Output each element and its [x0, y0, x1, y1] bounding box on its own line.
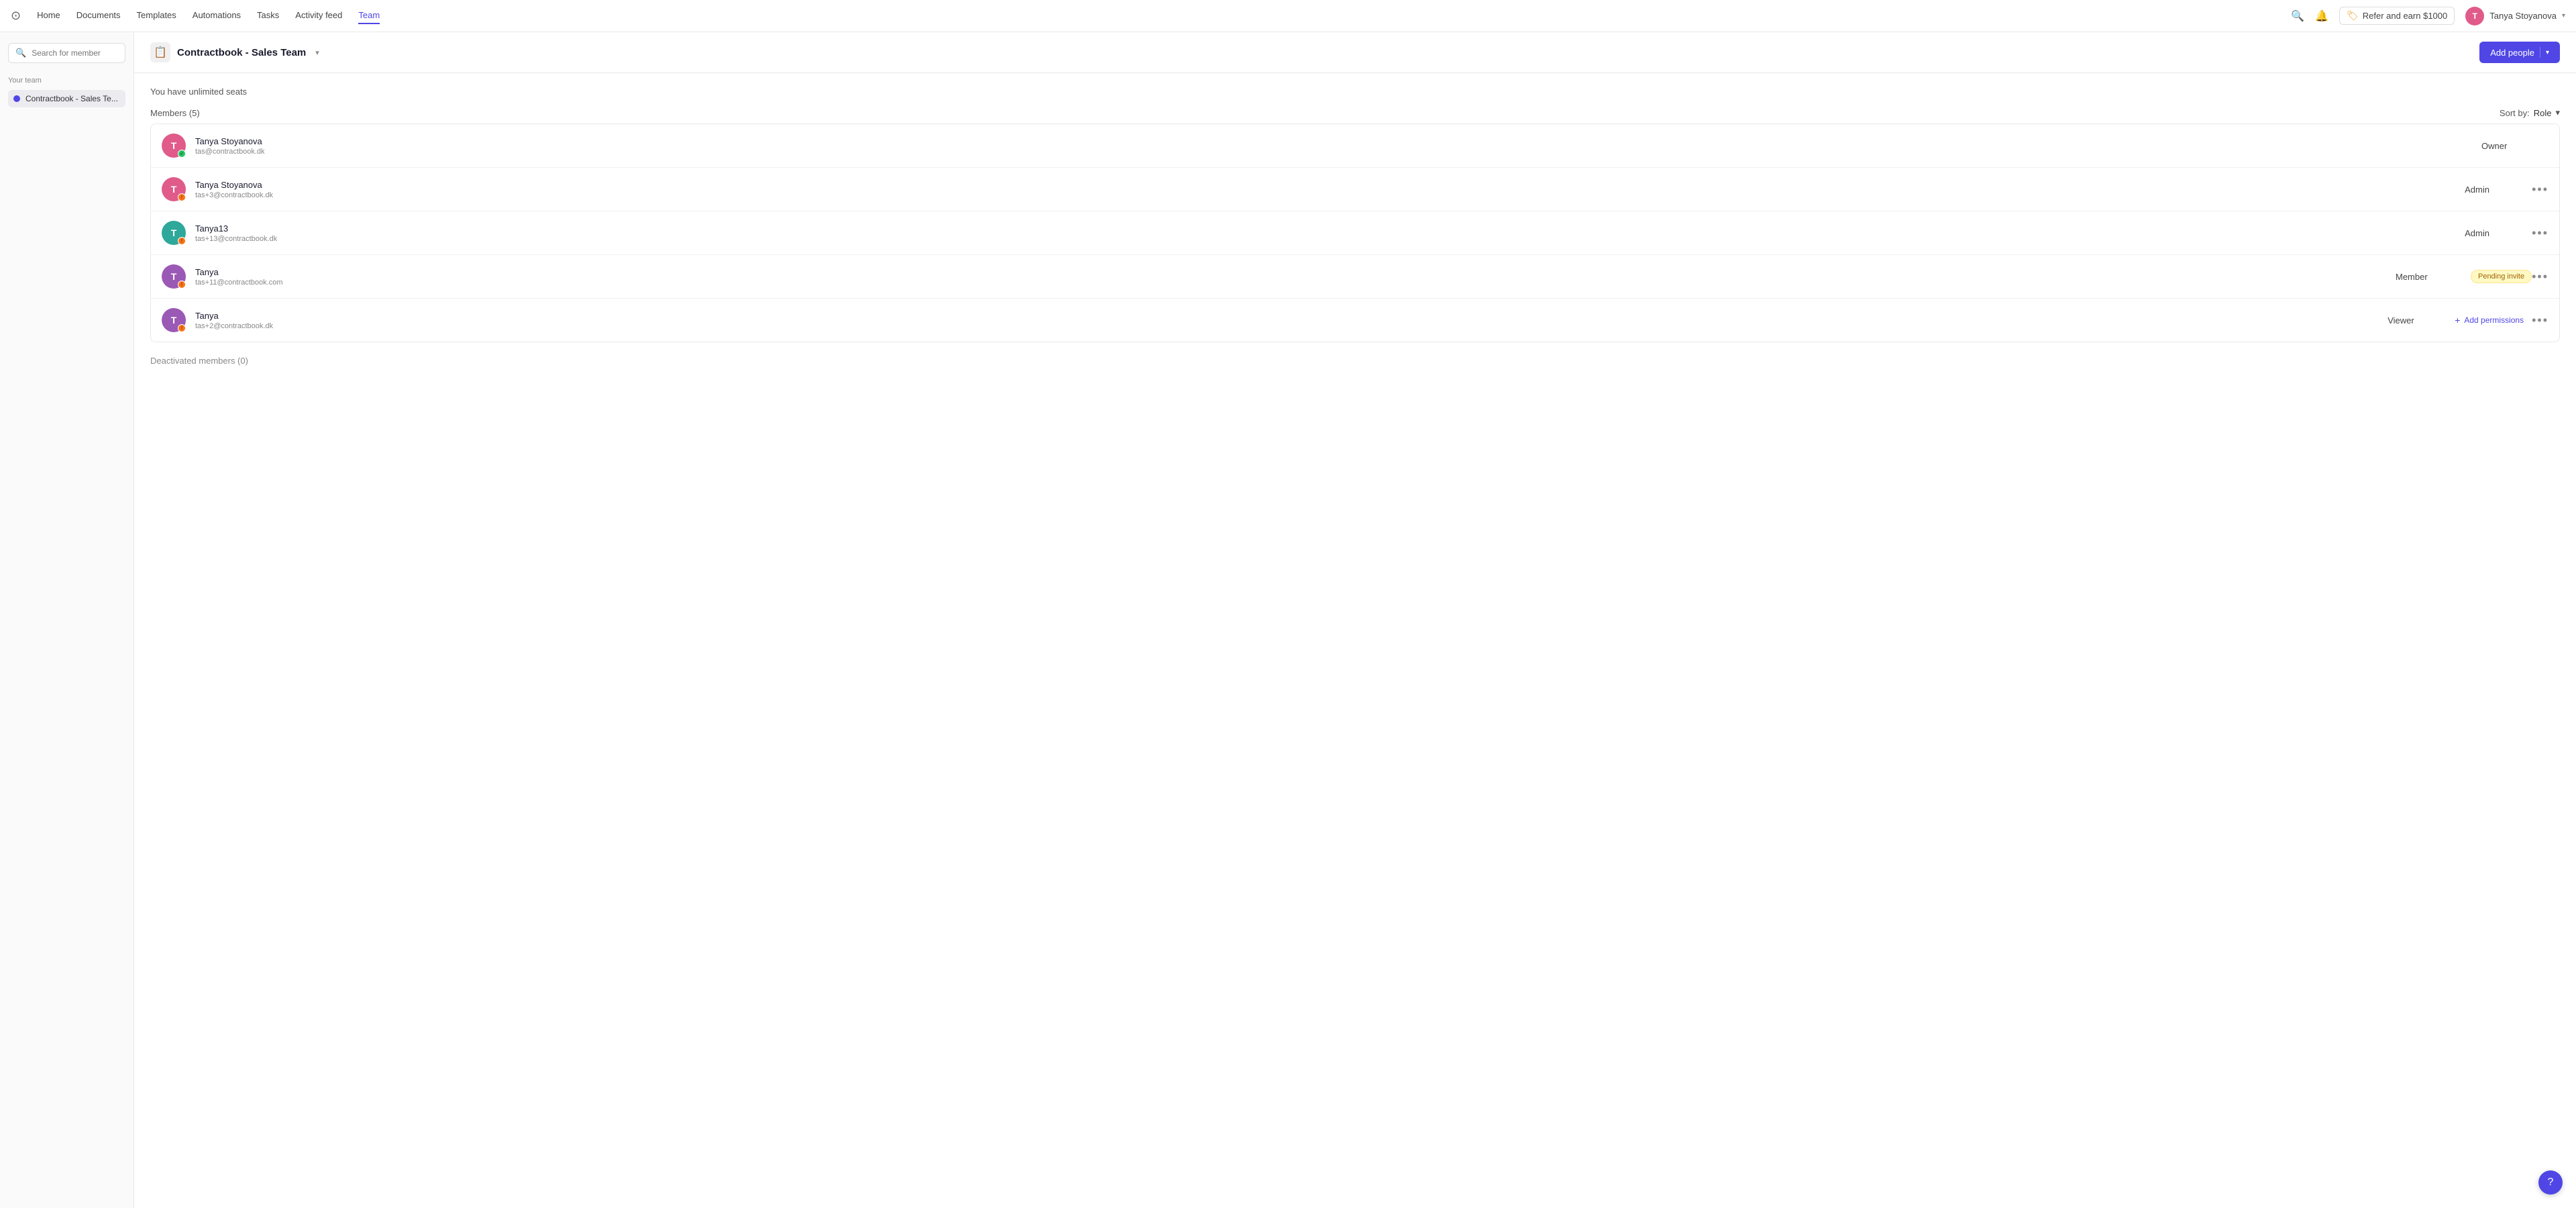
plus-icon: + — [2455, 315, 2460, 325]
member-role: Member — [2396, 272, 2463, 282]
help-icon: ? — [2548, 1176, 2554, 1189]
members-count: Members (5) — [150, 108, 200, 118]
sort-by-value: Role — [2534, 108, 2552, 118]
top-navigation: ⊙ Home Documents Templates Automations T… — [0, 0, 2576, 32]
member-email: tas+13@contractbook.dk — [195, 235, 2465, 243]
search-icon[interactable]: 🔍 — [2291, 9, 2304, 23]
team-icon: 📋 — [150, 42, 170, 62]
status-badge: ! — [178, 324, 186, 332]
member-email: tas+11@contractbook.com — [195, 279, 2396, 287]
member-email: tas@contractbook.dk — [195, 148, 2481, 156]
member-avatar-wrap: T ✓ — [162, 134, 186, 158]
member-info: Tanya tas+11@contractbook.com — [195, 267, 2396, 287]
app-logo: ⊙ — [11, 9, 21, 23]
user-menu[interactable]: T Tanya Stoyanova ▾ — [2465, 7, 2565, 26]
members-header: Members (5) Sort by: Role ▾ — [150, 107, 2560, 118]
search-icon: 🔍 — [15, 48, 26, 58]
sidebar: 🔍 Your team Contractbook - Sales Te... — [0, 32, 134, 1208]
member-role: Admin — [2465, 228, 2532, 238]
your-team-label: Your team — [8, 77, 125, 85]
nav-team[interactable]: Team — [358, 7, 380, 24]
deactivated-members-label: Deactivated members (0) — [150, 356, 2560, 366]
gift-icon: 🏷 — [2347, 10, 2359, 21]
top-nav-right: 🔍 🔔 🏷 Refer and earn $1000 T Tanya Stoya… — [2291, 7, 2565, 26]
member-avatar-wrap: T ! — [162, 264, 186, 289]
nav-home[interactable]: Home — [37, 7, 60, 24]
member-info: Tanya tas+2@contractbook.dk — [195, 311, 2387, 330]
team-item-label: Contractbook - Sales Te... — [25, 94, 118, 103]
table-row: T ! Tanya tas+2@contractbook.dk Viewer +… — [151, 299, 2559, 342]
member-name: Tanya Stoyanova — [195, 180, 2465, 190]
pending-invite-badge: Pending invite — [2471, 270, 2532, 283]
team-item[interactable]: Contractbook - Sales Te... — [8, 90, 125, 107]
user-avatar: T — [2465, 7, 2484, 26]
add-permissions-label: Add permissions — [2464, 315, 2524, 325]
main-header-left: 📋 Contractbook - Sales Team ▾ — [150, 42, 319, 62]
search-box[interactable]: 🔍 — [8, 43, 125, 63]
member-actions: + Add permissions ••• — [2455, 313, 2548, 328]
member-actions: ••• — [2532, 270, 2548, 284]
refer-label: Refer and earn $1000 — [2363, 11, 2447, 21]
more-options-button[interactable]: ••• — [2532, 313, 2548, 328]
bell-icon[interactable]: 🔔 — [2315, 9, 2328, 23]
add-people-button[interactable]: Add people ▾ — [2479, 42, 2560, 63]
table-row: T ! Tanya Stoyanova tas+3@contractbook.d… — [151, 168, 2559, 211]
nav-templates[interactable]: Templates — [137, 7, 176, 24]
member-name: Tanya — [195, 267, 2396, 277]
nav-tasks[interactable]: Tasks — [257, 7, 279, 24]
table-row: T ! Tanya13 tas+13@contractbook.dk Admin… — [151, 211, 2559, 255]
member-name: Tanya Stoyanova — [195, 136, 2481, 146]
more-options-button[interactable]: ••• — [2532, 226, 2548, 240]
nav-links: Home Documents Templates Automations Tas… — [37, 7, 2291, 24]
nav-documents[interactable]: Documents — [76, 7, 121, 24]
member-role: Owner — [2481, 141, 2548, 151]
search-input[interactable] — [32, 48, 118, 58]
unlimited-seats-text: You have unlimited seats — [150, 87, 2560, 97]
status-badge: ! — [178, 193, 186, 201]
help-button[interactable]: ? — [2538, 1170, 2563, 1195]
add-people-label: Add people — [2490, 48, 2534, 58]
member-avatar-wrap: T ! — [162, 221, 186, 245]
app-layout: 🔍 Your team Contractbook - Sales Te... 📋… — [0, 32, 2576, 1208]
user-name: Tanya Stoyanova — [2489, 11, 2557, 21]
member-info: Tanya Stoyanova tas+3@contractbook.dk — [195, 180, 2465, 199]
member-info: Tanya Stoyanova tas@contractbook.dk — [195, 136, 2481, 156]
status-badge: ! — [178, 237, 186, 245]
member-avatar-wrap: T ! — [162, 308, 186, 332]
main-header: 📋 Contractbook - Sales Team ▾ Add people… — [134, 32, 2576, 73]
member-email: tas+3@contractbook.dk — [195, 191, 2465, 199]
sort-chevron-icon: ▾ — [2555, 107, 2560, 118]
member-actions: ••• — [2532, 226, 2548, 240]
page-title: Contractbook - Sales Team — [177, 47, 306, 58]
status-badge: ! — [178, 281, 186, 289]
member-role: Admin — [2465, 185, 2532, 195]
more-options-button[interactable]: ••• — [2532, 183, 2548, 197]
status-badge: ✓ — [178, 150, 186, 158]
more-options-button[interactable]: ••• — [2532, 270, 2548, 284]
members-list: T ✓ Tanya Stoyanova tas@contractbook.dk … — [150, 123, 2560, 342]
member-info: Tanya13 tas+13@contractbook.dk — [195, 223, 2465, 243]
sort-by-label: Sort by: — [2500, 108, 2530, 118]
add-people-chevron-icon: ▾ — [2546, 49, 2549, 56]
member-role: Viewer — [2387, 315, 2455, 325]
add-permissions-button[interactable]: + Add permissions — [2455, 315, 2524, 325]
chevron-down-icon: ▾ — [2562, 12, 2565, 19]
member-name: Tanya — [195, 311, 2387, 321]
content-area: You have unlimited seats Members (5) Sor… — [134, 73, 2576, 379]
refer-button[interactable]: 🏷 Refer and earn $1000 — [2339, 7, 2455, 25]
member-avatar-wrap: T ! — [162, 177, 186, 201]
title-chevron-icon[interactable]: ▾ — [315, 48, 319, 57]
member-actions: ••• — [2532, 183, 2548, 197]
main-content: 📋 Contractbook - Sales Team ▾ Add people… — [134, 32, 2576, 1208]
nav-activity-feed[interactable]: Activity feed — [295, 7, 342, 24]
table-row: T ! Tanya tas+11@contractbook.com Member… — [151, 255, 2559, 299]
member-email: tas+2@contractbook.dk — [195, 322, 2387, 330]
nav-automations[interactable]: Automations — [193, 7, 241, 24]
table-row: T ✓ Tanya Stoyanova tas@contractbook.dk … — [151, 124, 2559, 168]
member-name: Tanya13 — [195, 223, 2465, 234]
sort-by-control[interactable]: Sort by: Role ▾ — [2500, 107, 2560, 118]
team-dot-icon — [13, 95, 20, 102]
